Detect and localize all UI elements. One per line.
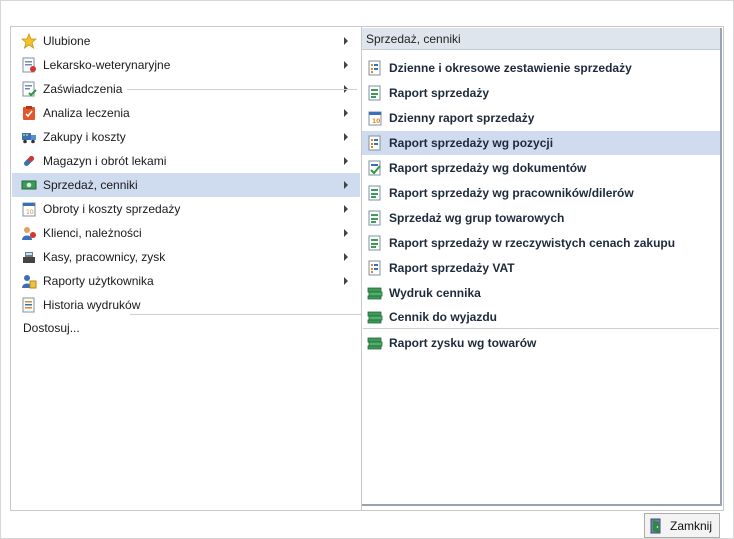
menu-item-treatment-analysis[interactable]: Analiza leczenia	[12, 101, 360, 125]
menu-item-vet[interactable]: Lekarsko-weterynaryjne	[12, 53, 360, 77]
menu-item-label: Lekarsko-weterynaryjne	[43, 58, 171, 72]
submenu-arrow-icon	[344, 133, 348, 141]
close-button[interactable]: Zamknij	[644, 513, 720, 538]
money-stack-icon	[367, 309, 383, 325]
separator	[127, 89, 357, 90]
report-green-icon	[367, 85, 383, 101]
report-item[interactable]: Cennik do wyjazdu	[362, 305, 720, 329]
report-list-icon	[367, 60, 383, 76]
menu-item-user-reports[interactable]: Raporty użytkownika	[12, 269, 360, 293]
money-icon	[21, 177, 37, 193]
separator	[363, 328, 719, 329]
menu-item-cash-registers[interactable]: Kasy, pracownicy, zysk	[12, 245, 360, 269]
report-item[interactable]: Sprzedaż wg grup towarowych	[362, 206, 720, 230]
svg-text:10: 10	[372, 118, 380, 125]
menu-item-label: Klienci, należności	[43, 226, 142, 240]
star-icon	[20, 32, 38, 49]
report-item-label: Dzienne i okresowe zestawienie sprzedaży	[389, 61, 632, 75]
print-history-icon	[21, 297, 37, 313]
report-item[interactable]: Raport sprzedaży wg pracowników/dilerów	[362, 181, 720, 205]
certificate-icon	[21, 81, 37, 97]
svg-text:10: 10	[26, 209, 34, 216]
menu-item-label: Zakupy i koszty	[43, 130, 126, 144]
exit-door-icon	[650, 518, 664, 534]
report-item[interactable]: Raport sprzedaży	[362, 81, 720, 105]
report-check-icon	[367, 160, 383, 176]
menu-item-label: Magazyn i obrót lekami	[43, 154, 167, 168]
submenu-arrow-icon	[344, 181, 348, 189]
money-stack-icon	[367, 285, 383, 301]
report-item-label: Raport sprzedaży VAT	[389, 261, 515, 275]
submenu-arrow-icon	[344, 253, 348, 261]
submenu-arrow-icon	[344, 37, 348, 45]
submenu-arrow-icon	[344, 61, 348, 69]
report-list-icon	[367, 260, 383, 276]
menu-item-sales[interactable]: Sprzedaż, cenniki	[12, 173, 360, 197]
customize-link[interactable]: Dostosuj...	[23, 321, 80, 335]
close-button-label: Zamknij	[670, 518, 713, 533]
report-item-label: Raport sprzedaży wg pozycji	[389, 136, 554, 150]
calendar-report-icon: 10	[367, 110, 383, 126]
report-item[interactable]: 10 Dzienny raport sprzedaży	[362, 106, 720, 130]
submenu-arrow-icon	[344, 277, 348, 285]
report-item-label: Raport sprzedaży w rzeczywistych cenach …	[389, 236, 676, 250]
menu-item-label: Kasy, pracownicy, zysk	[43, 250, 166, 264]
calendar-report-icon: 10	[21, 201, 37, 217]
menu-item-purchases[interactable]: Zakupy i koszty	[12, 125, 360, 149]
report-green-icon	[367, 235, 383, 251]
clipboard-icon	[21, 105, 37, 121]
report-green-icon	[367, 210, 383, 226]
clients-icon	[21, 225, 37, 241]
report-item[interactable]: Raport sprzedaży wg dokumentów	[362, 156, 720, 180]
report-item-label: Raport sprzedaży	[389, 86, 490, 100]
menu-item-label: Ulubione	[43, 34, 91, 48]
report-item[interactable]: Raport zysku wg towarów	[362, 331, 720, 355]
pill-icon	[21, 153, 37, 169]
menu-item-warehouse[interactable]: Magazyn i obrót lekami	[12, 149, 360, 173]
menu-item-label: Zaświadczenia	[43, 82, 123, 96]
menu-item-label: Historia wydruków	[43, 298, 141, 312]
submenu-arrow-icon	[344, 157, 348, 165]
report-item[interactable]: Raport sprzedaży w rzeczywistych cenach …	[362, 231, 720, 255]
report-item-label: Wydruk cennika	[389, 286, 481, 300]
submenu-header: Sprzedaż, cenniki	[362, 28, 720, 50]
cash-register-icon	[21, 249, 37, 265]
money-stack-icon	[367, 335, 383, 351]
report-item-label: Raport zysku wg towarów	[389, 336, 537, 350]
submenu-arrow-icon	[344, 205, 348, 213]
menu-item-turnover[interactable]: 10 Obroty i koszty sprzedaży	[12, 197, 360, 221]
left-menu: Ulubione Lekarsko-weterynaryjne Zaświadc…	[12, 28, 362, 510]
menu-panel: Ulubione Lekarsko-weterynaryjne Zaświadc…	[10, 26, 724, 511]
report-green-icon	[367, 185, 383, 201]
menu-item-clients[interactable]: Klienci, należności	[12, 221, 360, 245]
report-item-label: Sprzedaż wg grup towarowych	[389, 211, 565, 225]
report-item[interactable]: Wydruk cennika	[362, 281, 720, 305]
report-item-label: Dzienny raport sprzedaży	[389, 111, 535, 125]
user-report-icon	[21, 273, 37, 289]
menu-item-label: Analiza leczenia	[43, 106, 130, 120]
menu-item-label: Sprzedaż, cenniki	[43, 178, 138, 192]
submenu-arrow-icon	[344, 229, 348, 237]
truck-icon	[21, 129, 37, 145]
submenu-panel: Sprzedaż, cenniki Dzienne i okresowe zes…	[362, 28, 722, 506]
menu-item-label: Obroty i koszty sprzedaży	[43, 202, 181, 216]
report-item-label: Raport sprzedaży wg pracowników/dilerów	[389, 186, 634, 200]
report-item[interactable]: Raport sprzedaży wg pozycji	[362, 131, 720, 155]
report-item-label: Cennik do wyjazdu	[389, 310, 498, 324]
report-dialog: Ulubione Lekarsko-weterynaryjne Zaświadc…	[0, 0, 734, 539]
report-item[interactable]: Dzienne i okresowe zestawienie sprzedaży	[362, 56, 720, 80]
menu-item-label: Raporty użytkownika	[43, 274, 154, 288]
menu-item-favorites[interactable]: Ulubione	[12, 29, 360, 53]
report-item-label: Raport sprzedaży wg dokumentów	[389, 161, 587, 175]
submenu-arrow-icon	[344, 109, 348, 117]
separator	[130, 314, 362, 315]
vet-document-icon	[21, 57, 37, 73]
report-list-icon	[367, 135, 383, 151]
report-item[interactable]: Raport sprzedaży VAT	[362, 256, 720, 280]
